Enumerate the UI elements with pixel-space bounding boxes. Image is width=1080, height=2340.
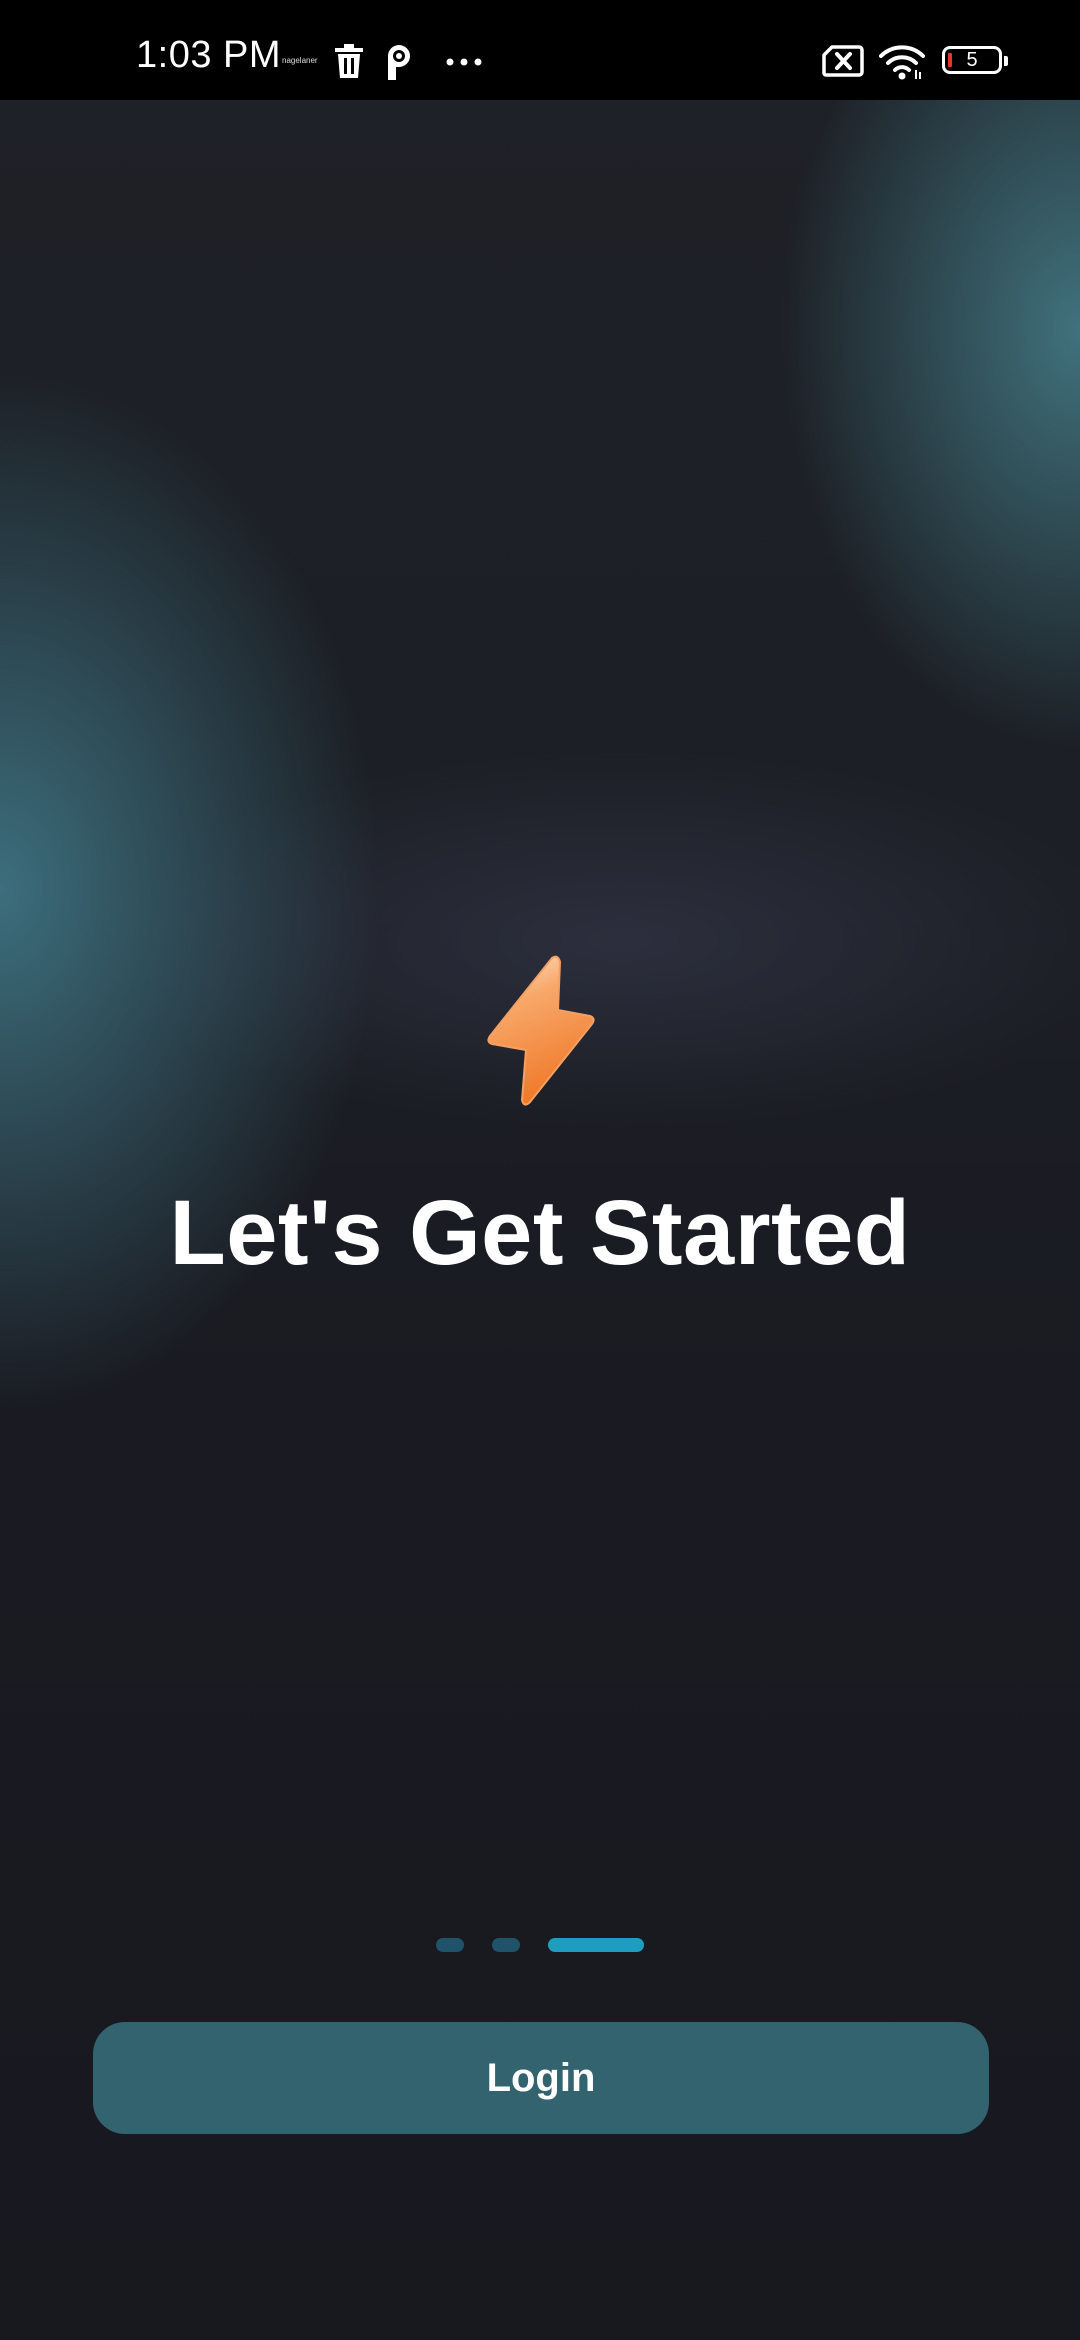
more-dots-icon [446, 58, 482, 66]
headline: Let's Get Started [169, 1182, 911, 1284]
trash-icon [335, 44, 363, 78]
battery-icon: 5 [942, 46, 1008, 74]
page-dot-2[interactable] [492, 1938, 520, 1952]
login-button[interactable]: Login [93, 2022, 989, 2134]
no-sim-icon [822, 45, 864, 77]
wifi-icon [879, 45, 925, 80]
status-bar: 1:03 PM nagelaner 5 [0, 0, 1080, 100]
page-dot-3-active[interactable] [548, 1938, 644, 1952]
status-time: 1:03 PM [136, 34, 282, 76]
lightning-bolt-icon [487, 955, 595, 1106]
p-badge-icon [388, 45, 410, 80]
onboarding-screen: 1:03 PM nagelaner 5 Let's Get Started Lo… [0, 0, 1080, 2340]
page-dot-1[interactable] [436, 1938, 464, 1952]
status-tiny-label: nagelaner [282, 56, 318, 65]
battery-level: 5 [966, 49, 978, 71]
